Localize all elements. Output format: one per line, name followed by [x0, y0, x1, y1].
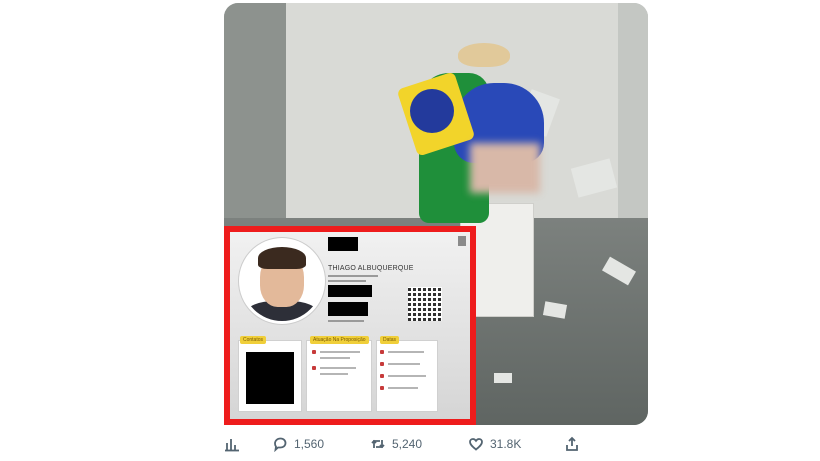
bullet-icon	[312, 350, 316, 354]
text-line	[328, 320, 364, 322]
redaction-bar	[328, 285, 372, 297]
highlighted-id-card: THIAGO ALBUQUERQUE Contatos Atuação Na P…	[224, 226, 476, 425]
avatar-hair	[258, 247, 306, 269]
text-line	[328, 280, 366, 282]
bullet-icon	[380, 350, 384, 354]
qr-code-pattern	[408, 287, 442, 321]
text-line	[320, 367, 356, 369]
section-title-contatos: Contatos	[240, 336, 267, 344]
like-count: 31.8K	[490, 437, 522, 451]
flag-globe	[410, 89, 454, 133]
text-line	[388, 387, 418, 389]
analytics-button[interactable]	[224, 436, 240, 452]
repost-button[interactable]: 5,240	[370, 436, 422, 452]
text-line	[328, 275, 378, 277]
id-card: THIAGO ALBUQUERQUE Contatos Atuação Na P…	[230, 232, 470, 419]
bullet-icon	[380, 386, 384, 390]
text-line	[388, 363, 420, 365]
repost-icon	[371, 439, 385, 449]
avatar	[242, 241, 322, 321]
reply-count: 1,560	[294, 437, 325, 451]
reply-icon	[274, 437, 287, 452]
section-title-atuacao: Atuação Na Proposição	[310, 336, 369, 344]
background-doorway	[224, 3, 286, 233]
text-line	[320, 351, 360, 353]
text-line	[388, 375, 426, 377]
text-line	[320, 357, 350, 359]
share-icon	[566, 436, 578, 451]
like-icon	[469, 438, 483, 451]
repost-count: 5,240	[392, 437, 423, 451]
menu-icon	[458, 236, 466, 246]
bullet-icon	[380, 374, 384, 378]
bullet-icon	[380, 362, 384, 366]
like-button[interactable]: 31.8K	[468, 436, 521, 452]
straw-hat	[458, 43, 510, 67]
redaction-bar	[328, 237, 358, 251]
text-line	[320, 373, 348, 375]
section-title-datas: Datas	[380, 336, 400, 344]
debris-paper	[494, 373, 512, 383]
bullet-icon	[312, 366, 316, 370]
reply-button[interactable]: 1,560	[272, 436, 324, 452]
text-line	[388, 351, 424, 353]
person-name: THIAGO ALBUQUERQUE	[328, 265, 414, 272]
tweet-action-bar: 1,560 5,240 31.8K	[224, 432, 648, 460]
redaction-bar	[328, 302, 368, 316]
blurred-region	[470, 143, 540, 193]
share-button[interactable]	[564, 436, 580, 452]
analytics-icon	[225, 439, 239, 452]
redaction-bar	[246, 352, 294, 404]
